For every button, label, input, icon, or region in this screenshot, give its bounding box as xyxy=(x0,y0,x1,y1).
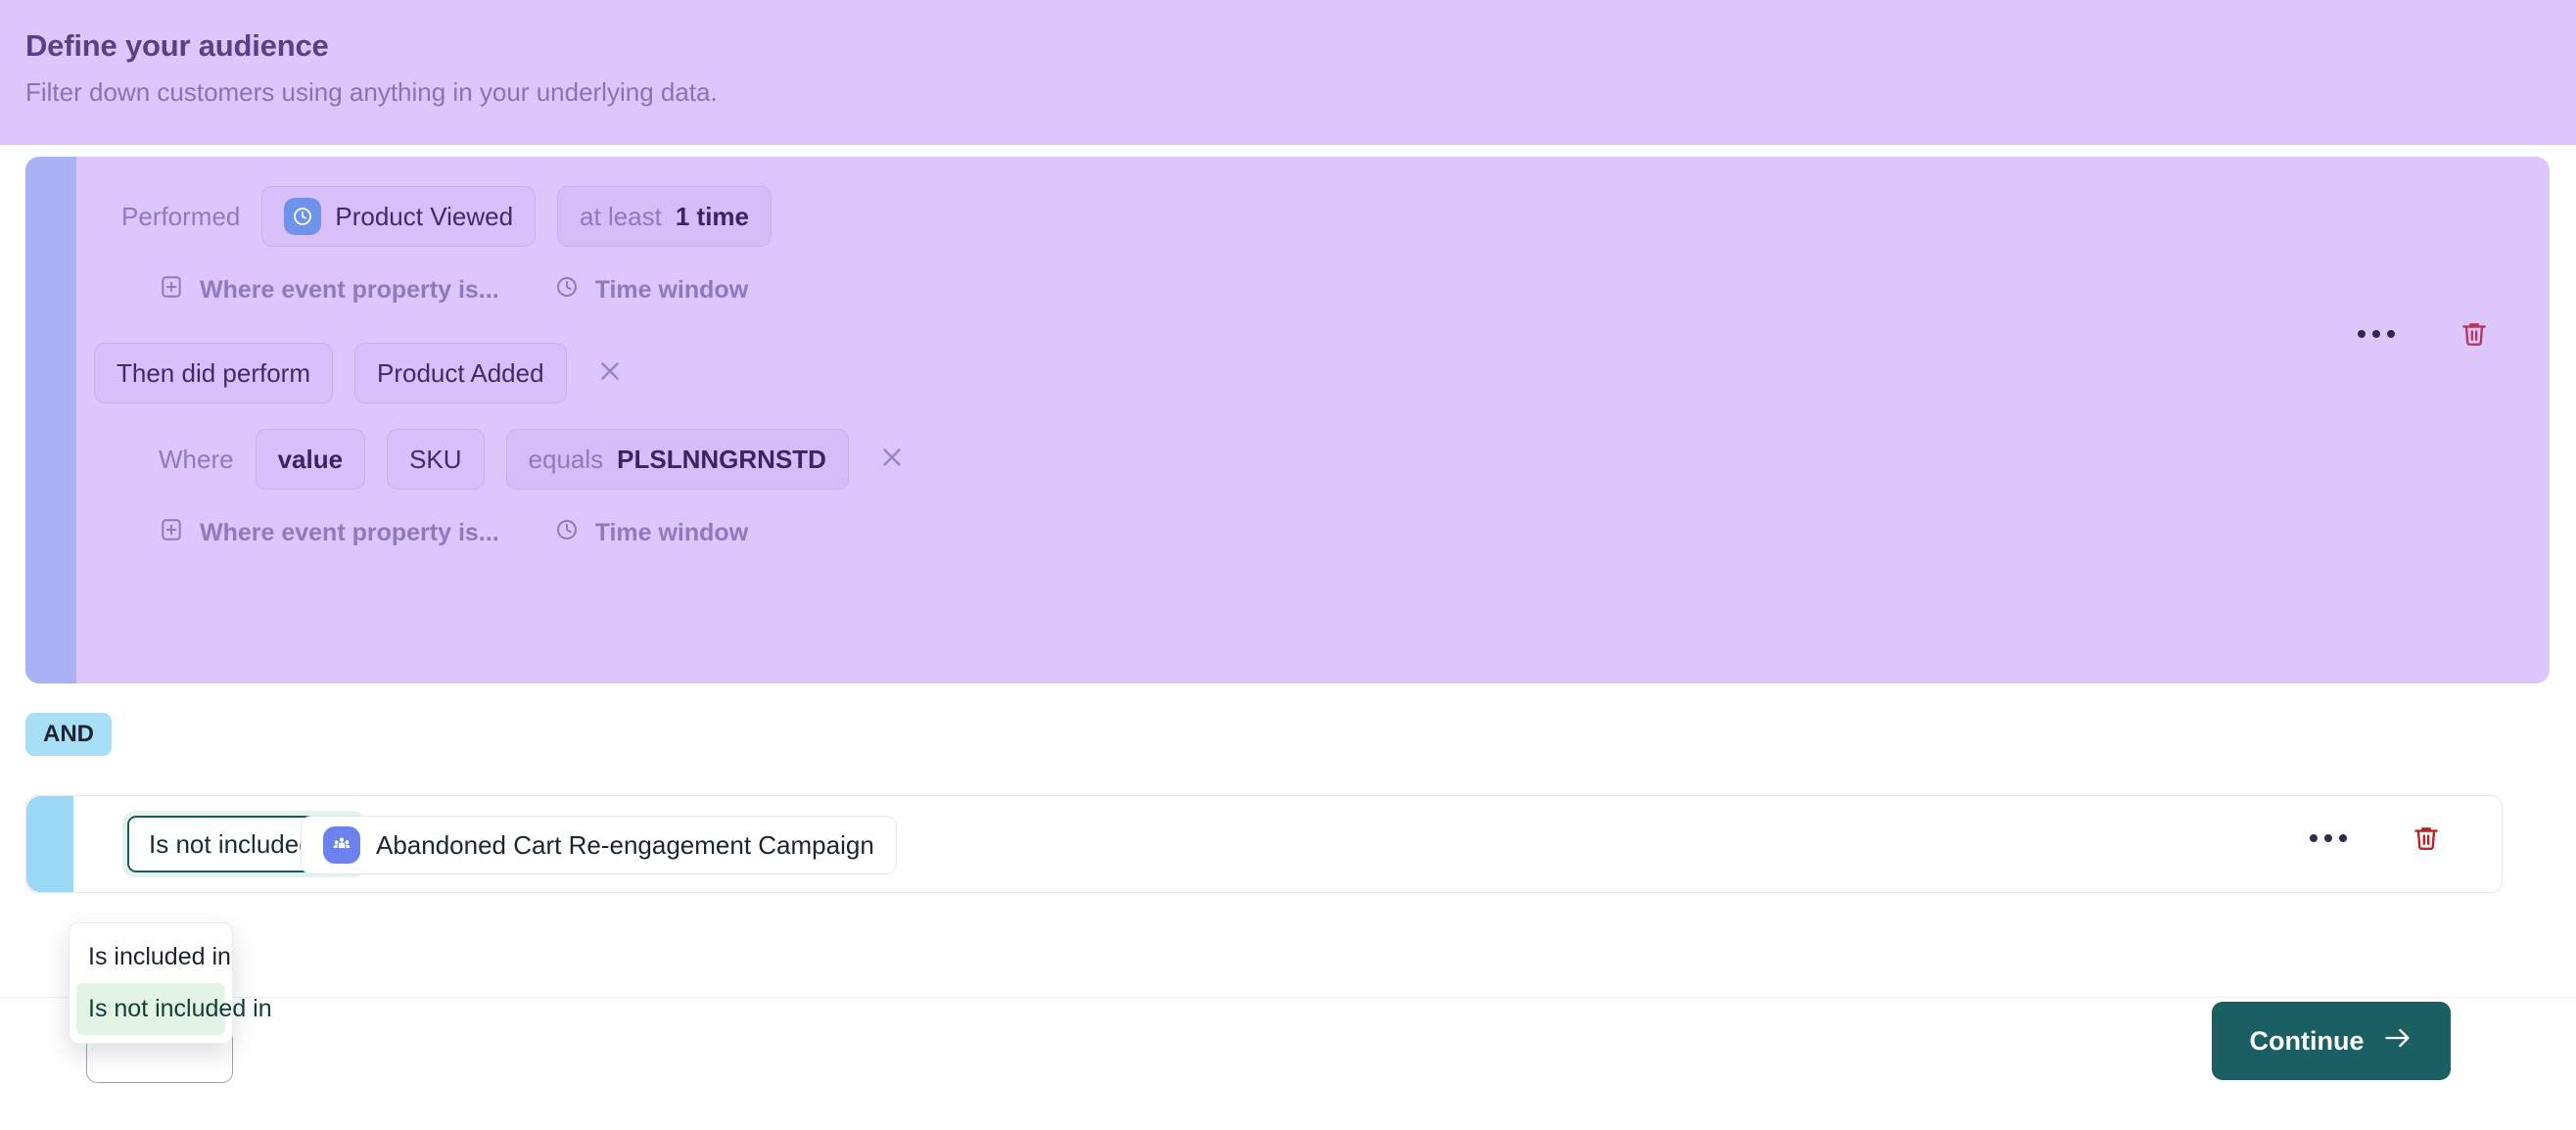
where-property-chip[interactable]: SKU xyxy=(387,429,485,490)
event-name-label: Product Viewed xyxy=(335,201,514,231)
audience-filter-card: Is not included in Abandoned Cart Re-eng… xyxy=(25,795,2503,893)
time-window-bottom[interactable]: Time window xyxy=(554,517,749,549)
frequency-value: 1 time xyxy=(675,201,750,231)
event-card-accent-bar xyxy=(25,157,76,683)
footer-divider xyxy=(0,997,2576,998)
clock-icon xyxy=(284,198,322,235)
event-card-actions xyxy=(2350,319,2489,349)
performed-row: Performed Product Viewed at least 1 time xyxy=(121,186,773,247)
close-icon xyxy=(877,443,907,477)
arrow-right-icon xyxy=(2383,1025,2412,1058)
where-operand-label: value xyxy=(277,444,344,474)
page-header: Define your audience Filter down custome… xyxy=(0,0,2576,145)
where-clause-row: Where value SKU equals PLSLNNGRNSTD xyxy=(159,429,913,490)
time-window-top[interactable]: Time window xyxy=(554,274,749,306)
frequency-chip[interactable]: at least 1 time xyxy=(557,186,773,247)
audience-operator-dropdown: Is included in Is not included in xyxy=(69,922,272,1044)
where-operand-chip[interactable]: value xyxy=(255,429,366,490)
where-comparator-chip[interactable]: equals PLSLNNGRNSTD xyxy=(505,429,849,490)
add-event-property-filter-bottom[interactable]: Where event property is... xyxy=(159,517,499,549)
where-comparator-label: equals xyxy=(528,444,604,474)
audience-card-body: Is not included in Abandoned Cart Re-eng… xyxy=(73,796,2502,892)
ellipsis-icon[interactable] xyxy=(2350,322,2403,346)
time-window-top-label: Time window xyxy=(594,276,749,304)
add-event-property-filter-top[interactable]: Where event property is... xyxy=(159,274,499,306)
where-property-label: SKU xyxy=(409,444,462,474)
trash-icon[interactable] xyxy=(2412,824,2441,853)
dropdown-option-is-included-in[interactable]: Is included in xyxy=(76,931,231,983)
event-card-body: Performed Product Viewed at least 1 time xyxy=(76,157,2550,683)
people-group-icon xyxy=(323,826,360,864)
add-event-property-filter-top-label: Where event property is... xyxy=(200,276,499,304)
event-sub-actions-top: Where event property is... Time window xyxy=(159,274,748,306)
then-operator-label: Then did perform xyxy=(117,357,310,388)
audience-builder-page: Define your audience Filter down custome… xyxy=(0,0,2576,1130)
event-name-chip[interactable]: Product Viewed xyxy=(261,186,537,247)
clock-icon xyxy=(554,517,580,549)
dropdown-option-is-not-included-in[interactable]: Is not included in xyxy=(76,983,272,1035)
ellipsis-icon[interactable] xyxy=(2302,826,2355,850)
remove-where-clause-button[interactable] xyxy=(870,438,913,481)
where-label: Where xyxy=(159,444,234,474)
then-did-perform-row: Then did perform Product Added xyxy=(94,343,632,403)
and-connector-badge[interactable]: AND xyxy=(25,713,112,757)
time-window-bottom-label: Time window xyxy=(594,519,749,546)
continue-button-label: Continue xyxy=(2249,1025,2365,1056)
event-filter-card: Performed Product Viewed at least 1 time xyxy=(25,157,2550,683)
frequency-prefix: at least xyxy=(580,201,662,231)
then-event-label: Product Added xyxy=(376,357,544,388)
add-event-property-filter-bottom-label: Where event property is... xyxy=(200,519,499,546)
remove-then-clause-button[interactable] xyxy=(588,352,632,395)
event-sub-actions-bottom: Where event property is... Time window xyxy=(159,517,748,549)
close-icon xyxy=(595,356,625,391)
continue-button[interactable]: Continue xyxy=(2212,1002,2451,1080)
page-title: Define your audience xyxy=(25,28,329,63)
audience-card-accent-bar xyxy=(26,796,73,892)
audience-name-label: Abandoned Cart Re-engagement Campaign xyxy=(376,829,874,860)
page-subtitle: Filter down customers using anything in … xyxy=(25,77,718,108)
plus-square-icon xyxy=(159,517,184,549)
clock-icon xyxy=(554,274,580,306)
then-event-chip[interactable]: Product Added xyxy=(353,343,567,403)
performed-label: Performed xyxy=(121,201,241,231)
audience-name-chip[interactable]: Abandoned Cart Re-engagement Campaign xyxy=(301,816,897,874)
audience-card-actions xyxy=(2302,824,2441,853)
then-operator-chip[interactable]: Then did perform xyxy=(94,343,333,403)
where-comparator-value: PLSLNNGRNSTD xyxy=(617,444,826,474)
plus-square-icon xyxy=(159,274,184,306)
trash-icon[interactable] xyxy=(2459,319,2489,349)
